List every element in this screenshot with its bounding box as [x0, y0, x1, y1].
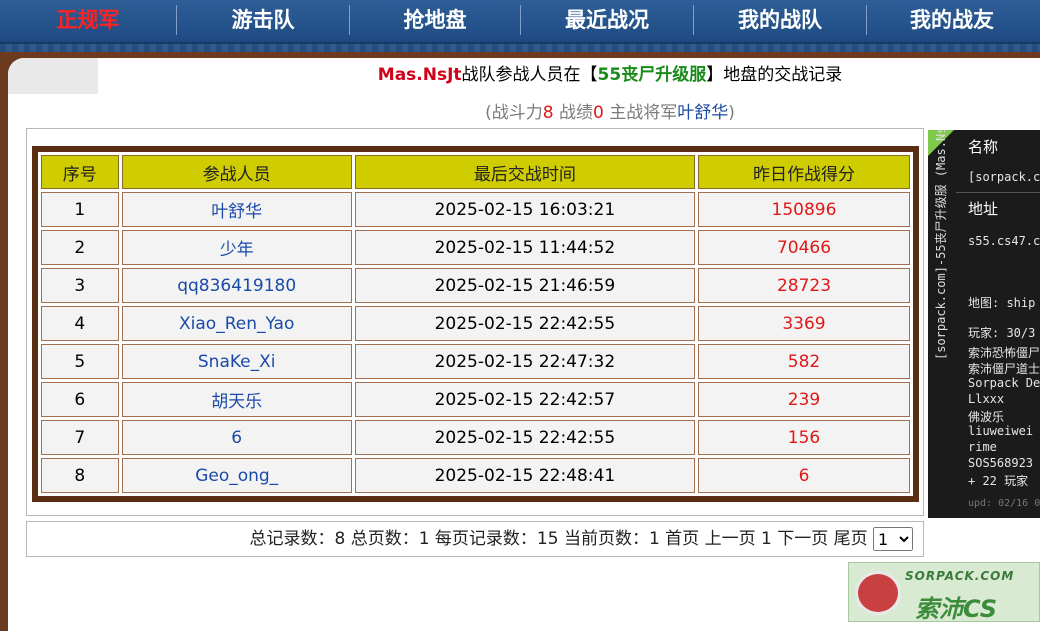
card-player-more: + 22 玩家 — [968, 474, 1029, 488]
card-player: SOS568923 — [968, 456, 1034, 470]
team-name[interactable]: Mas.NsJt — [378, 65, 462, 85]
member-link[interactable]: 6 — [121, 420, 352, 455]
table-row: 1 叶舒华 2025-02-15 16:03:21 150896 — [41, 192, 910, 227]
member-link[interactable]: Xiao_Ren_Yao — [121, 306, 352, 341]
card-player: 索沛僵尸道士 — [968, 362, 1040, 376]
card-player: 索沛恐怖僵尸 — [968, 346, 1040, 360]
table-row: 8 Geo_ong_ 2025-02-15 22:48:41 6 — [41, 458, 910, 493]
battle-record-table: 序号 参战人员 最后交战时间 昨日作战得分 1 叶舒华 2025-02-15 1… — [38, 152, 913, 496]
card-divider — [956, 192, 1040, 193]
yesterday-score: 28723 — [697, 268, 910, 303]
battle-record-table-frame: 序号 参战人员 最后交战时间 昨日作战得分 1 叶舒华 2025-02-15 1… — [32, 146, 919, 502]
last-battle-time: 2025-02-15 21:46:59 — [354, 268, 695, 303]
nav-item-my-comrades[interactable]: 我的战友 — [867, 0, 1037, 40]
yesterday-score: 239 — [697, 382, 910, 417]
nav-item-recent-battles[interactable]: 最近战况 — [521, 0, 693, 40]
member-link[interactable]: SnaKe_Xi — [121, 344, 352, 379]
card-updated: upd: 02/16 00 — [968, 498, 1040, 509]
table-row: 7 6 2025-02-15 22:42:55 156 — [41, 420, 910, 455]
sorpack-logo-icon — [855, 571, 901, 615]
general-name[interactable]: 叶舒华 — [677, 103, 728, 123]
team-stats: (战斗力8 战绩0 主战将军叶舒华) — [290, 98, 930, 123]
card-addr-label: 地址 — [968, 200, 999, 218]
yesterday-score: 582 — [697, 344, 910, 379]
card-player: Sorpack De — [968, 376, 1040, 390]
last-battle-time: 2025-02-15 11:44:52 — [354, 230, 695, 265]
row-index: 3 — [41, 268, 119, 303]
row-index: 8 — [41, 458, 119, 493]
general-label: 主战将军 — [603, 103, 678, 123]
member-link[interactable]: 少年 — [121, 230, 352, 265]
nav-item-guerrilla[interactable]: 游击队 — [177, 0, 349, 40]
panel-tab — [8, 58, 98, 94]
server-name[interactable]: 55丧尸升级服 — [598, 65, 707, 85]
card-players: 玩家: 30/3 — [968, 326, 1036, 340]
member-link[interactable]: 胡天乐 — [121, 382, 352, 417]
title-text-1: 战队参战人员在【 — [461, 65, 598, 85]
row-index: 2 — [41, 230, 119, 265]
title-text-2: 】地盘的交战记录 — [706, 65, 843, 85]
row-index: 7 — [41, 420, 119, 455]
table-row: 2 少年 2025-02-15 11:44:52 70466 — [41, 230, 910, 265]
stats-close: ) — [728, 103, 735, 123]
yesterday-score: 6 — [697, 458, 910, 493]
table-header-row: 序号 参战人员 最后交战时间 昨日作战得分 — [41, 155, 910, 189]
card-map: 地图: ship — [968, 296, 1036, 310]
watermark-url: SORPACK.COM — [905, 569, 1015, 583]
record-value: 0 — [593, 103, 604, 123]
pagination-text[interactable]: 总记录数：8 总页数：1 每页记录数：15 当前页数：1 首页 上一页 1 下一… — [249, 529, 867, 549]
row-index: 5 — [41, 344, 119, 379]
record-label: 战绩 — [553, 103, 593, 123]
card-name-value: [sorpack.c — [968, 170, 1040, 184]
member-link[interactable]: Geo_ong_ — [121, 458, 352, 493]
page-select[interactable]: 1 — [873, 527, 913, 551]
last-battle-time: 2025-02-15 22:42:57 — [354, 382, 695, 417]
top-nav: 正规军 游击队 抢地盘 最近战况 我的战队 我的战友 — [0, 0, 1040, 44]
watermark-title: 索沛CS — [915, 595, 998, 623]
stats-open: (战斗力 — [485, 103, 543, 123]
member-link[interactable]: 叶舒华 — [121, 192, 352, 227]
last-battle-time: 2025-02-15 22:42:55 — [354, 306, 695, 341]
yesterday-score: 70466 — [697, 230, 910, 265]
yesterday-score: 156 — [697, 420, 910, 455]
table-row: 3 qq836419180 2025-02-15 21:46:59 28723 — [41, 268, 910, 303]
member-link[interactable]: qq836419180 — [121, 268, 352, 303]
card-addr-value: s55.cs47.c — [968, 234, 1040, 248]
table-row: 4 Xiao_Ren_Yao 2025-02-15 22:42:55 3369 — [41, 306, 910, 341]
card-vertical-title: [sorpack.com]-55丧尸升级服 (Mas.NsJt) — [934, 130, 948, 360]
nav-item-my-team[interactable]: 我的战队 — [694, 0, 866, 40]
row-index: 4 — [41, 306, 119, 341]
header-yesterday-score: 昨日作战得分 — [697, 155, 910, 189]
nav-item-regular-army[interactable]: 正规军 — [0, 0, 176, 40]
table-row: 6 胡天乐 2025-02-15 22:42:57 239 — [41, 382, 910, 417]
card-player: liuweiwei — [968, 424, 1034, 438]
card-player: 佛波乐 — [968, 410, 1005, 424]
row-index: 1 — [41, 192, 119, 227]
last-battle-time: 2025-02-15 22:48:41 — [354, 458, 695, 493]
yesterday-score: 3369 — [697, 306, 910, 341]
last-battle-time: 2025-02-15 16:03:21 — [354, 192, 695, 227]
last-battle-time: 2025-02-15 22:47:32 — [354, 344, 695, 379]
table-row: 5 SnaKe_Xi 2025-02-15 22:47:32 582 — [41, 344, 910, 379]
pagination-bar: 总记录数：8 总页数：1 每页记录数：15 当前页数：1 首页 上一页 1 下一… — [26, 521, 924, 557]
yesterday-score: 150896 — [697, 192, 910, 227]
header-last-battle-time: 最后交战时间 — [354, 155, 695, 189]
nav-decor-strip — [0, 44, 1040, 52]
header-index: 序号 — [41, 155, 119, 189]
row-index: 6 — [41, 382, 119, 417]
nav-item-territory[interactable]: 抢地盘 — [350, 0, 520, 40]
combat-power-value: 8 — [542, 103, 554, 123]
card-player: Llxxx — [968, 392, 1005, 406]
header-member: 参战人员 — [121, 155, 352, 189]
card-name-label: 名称 — [968, 138, 999, 156]
last-battle-time: 2025-02-15 22:42:55 — [354, 420, 695, 455]
site-watermark: SORPACK.COM 索沛CS — [848, 562, 1040, 623]
server-info-card[interactable]: [sorpack.com]-55丧尸升级服 (Mas.NsJt) 名称 [sor… — [928, 130, 1040, 518]
page-title: Mas.NsJt战队参战人员在【55丧尸升级服】地盘的交战记录 — [290, 60, 930, 85]
card-player: rime — [968, 440, 997, 454]
